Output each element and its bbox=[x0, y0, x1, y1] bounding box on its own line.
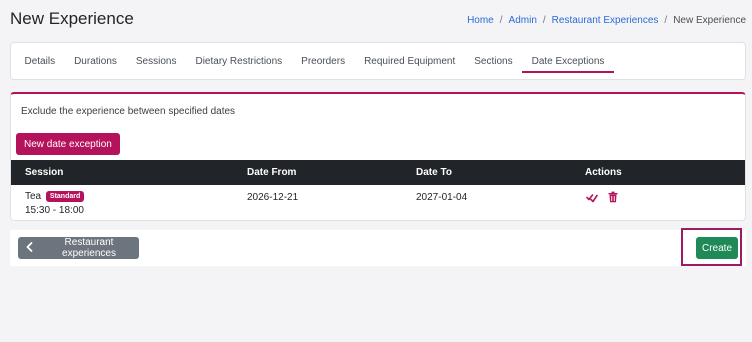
column-header-actions: Actions bbox=[585, 167, 622, 178]
tab-sessions[interactable]: Sessions bbox=[126, 43, 186, 79]
breadcrumb-current: New Experience bbox=[673, 15, 746, 26]
date-from-cell: 2026-12-21 bbox=[247, 192, 299, 203]
breadcrumb-admin[interactable]: Admin bbox=[509, 15, 537, 26]
tab-sections[interactable]: Sections bbox=[465, 43, 522, 79]
column-header-date-from: Date From bbox=[247, 167, 297, 178]
column-header-session: Session bbox=[25, 167, 64, 178]
tab-required-equipment[interactable]: Required Equipment bbox=[355, 43, 465, 79]
tab-date-exceptions[interactable]: Date Exceptions bbox=[522, 43, 614, 79]
create-button[interactable]: Create bbox=[696, 237, 738, 259]
date-exceptions-panel: Exclude the experience between specified… bbox=[10, 92, 746, 221]
breadcrumb: Home / Admin / Restaurant Experiences / … bbox=[467, 15, 746, 26]
breadcrumb-home[interactable]: Home bbox=[467, 15, 494, 26]
table-row: Tea Standard 15:30 - 18:00 2026-12-21 20… bbox=[11, 185, 745, 221]
date-to-cell: 2027-01-04 bbox=[416, 192, 468, 203]
back-button-label: Restaurant experiences bbox=[62, 237, 116, 259]
tab-dietary-restrictions[interactable]: Dietary Restrictions bbox=[186, 43, 292, 79]
new-date-exception-button[interactable]: New date exception bbox=[16, 133, 120, 155]
tabs-card: Details Durations Sessions Dietary Restr… bbox=[10, 42, 746, 80]
breadcrumb-separator: / bbox=[499, 15, 503, 26]
panel-description: Exclude the experience between specified… bbox=[21, 106, 236, 117]
breadcrumb-restaurant-experiences[interactable]: Restaurant Experiences bbox=[552, 15, 659, 26]
page-title: New Experience bbox=[10, 9, 134, 28]
session-time: 15:30 - 18:00 bbox=[25, 205, 84, 216]
breadcrumb-separator: / bbox=[664, 15, 668, 26]
tab-durations[interactable]: Durations bbox=[65, 43, 127, 79]
tab-preorders[interactable]: Preorders bbox=[292, 43, 355, 79]
session-name: Tea bbox=[25, 191, 42, 202]
table-header: Session Date From Date To Actions bbox=[11, 160, 745, 185]
column-header-date-to: Date To bbox=[416, 167, 452, 178]
chevron-left-icon bbox=[26, 241, 33, 255]
tab-bar: Details Durations Sessions Dietary Restr… bbox=[11, 43, 745, 79]
session-cell: Tea Standard 15:30 - 18:00 bbox=[25, 191, 85, 216]
back-to-restaurant-experiences-button[interactable]: Restaurant experiences bbox=[18, 237, 139, 259]
trash-icon[interactable] bbox=[607, 191, 619, 203]
session-type-badge: Standard bbox=[45, 191, 85, 202]
check-edit-icon[interactable] bbox=[586, 191, 598, 203]
breadcrumb-separator: / bbox=[542, 15, 546, 26]
tab-details[interactable]: Details bbox=[15, 43, 65, 79]
date-exceptions-table: Session Date From Date To Actions Tea St… bbox=[11, 160, 745, 221]
form-footer: Restaurant experiences bbox=[10, 230, 746, 266]
